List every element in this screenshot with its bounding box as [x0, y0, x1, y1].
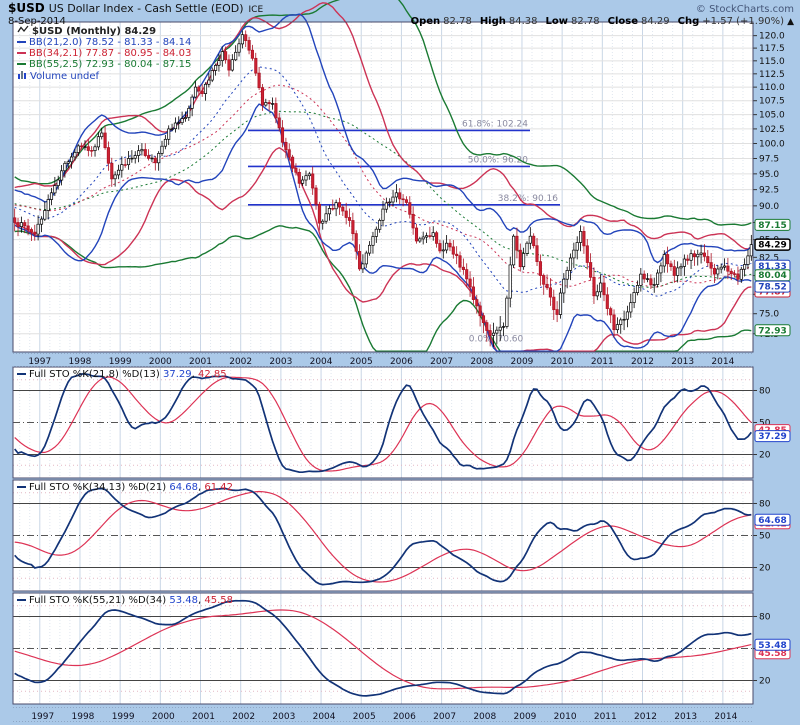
svg-text:2014: 2014	[711, 357, 734, 367]
svg-text:2000: 2000	[149, 357, 172, 367]
svg-text:2004: 2004	[310, 357, 333, 367]
svg-text:80: 80	[759, 612, 771, 622]
svg-text:84.29: 84.29	[758, 241, 786, 251]
svg-text:2008: 2008	[470, 357, 493, 367]
svg-text:1997: 1997	[31, 712, 54, 722]
svg-text:53.48: 53.48	[758, 641, 786, 651]
svg-text:20: 20	[759, 564, 771, 574]
svg-text:64.68: 64.68	[758, 516, 786, 526]
chart-canvas: 72.575.077.580.082.585.087.590.092.595.0…	[0, 0, 800, 725]
svg-text:2009: 2009	[511, 357, 534, 367]
svg-text:2004: 2004	[313, 712, 336, 722]
svg-text:2001: 2001	[192, 712, 215, 722]
header-quote-row: 8-Sep-2014 Open82.78High84.38Low82.78Clo…	[8, 16, 794, 28]
svg-text:2012: 2012	[631, 357, 654, 367]
svg-text:2002: 2002	[229, 357, 252, 367]
title-group: $USD US Dollar Index - Cash Settle (EOD) I…	[8, 1, 263, 16]
svg-text:1997: 1997	[28, 357, 51, 367]
svg-text:2011: 2011	[594, 712, 617, 722]
svg-text:2006: 2006	[393, 712, 416, 722]
svg-text:61.8%: 102.24: 61.8%: 102.24	[462, 119, 528, 129]
exchange-label: ICE	[249, 5, 264, 15]
svg-text:0.0%: 70.60: 0.0%: 70.60	[469, 334, 524, 344]
header-title-row: $USD US Dollar Index - Cash Settle (EOD) I…	[8, 1, 794, 16]
svg-text:2003: 2003	[272, 712, 295, 722]
svg-text:2005: 2005	[350, 357, 373, 367]
svg-text:2009: 2009	[514, 712, 537, 722]
svg-text:50.0%: 96.20: 50.0%: 96.20	[468, 155, 529, 165]
svg-text:2007: 2007	[430, 357, 453, 367]
svg-text:1999: 1999	[112, 712, 135, 722]
svg-text:97.5: 97.5	[759, 154, 779, 164]
svg-text:50: 50	[759, 532, 771, 542]
chart-header: $USD US Dollar Index - Cash Settle (EOD) I…	[8, 1, 794, 28]
svg-text:2010: 2010	[551, 357, 574, 367]
svg-text:87.15: 87.15	[758, 221, 786, 231]
stockcharts-page: 72.575.077.580.082.585.087.590.092.595.0…	[0, 0, 800, 725]
svg-text:107.5: 107.5	[759, 97, 785, 107]
svg-text:2011: 2011	[591, 357, 614, 367]
svg-text:80.04: 80.04	[758, 271, 786, 281]
svg-text:75.0: 75.0	[759, 310, 779, 320]
svg-text:72.93: 72.93	[758, 326, 786, 336]
svg-text:1998: 1998	[72, 712, 95, 722]
svg-text:105.0: 105.0	[759, 111, 785, 121]
svg-text:80: 80	[759, 386, 771, 396]
svg-text:2001: 2001	[189, 357, 212, 367]
svg-text:20: 20	[759, 677, 771, 687]
svg-text:110.0: 110.0	[759, 83, 785, 93]
svg-text:117.5: 117.5	[759, 44, 785, 54]
svg-text:2007: 2007	[433, 712, 456, 722]
stockcharts-credit: © StockCharts.com	[696, 4, 794, 15]
page-title: US Dollar Index - Cash Settle (EOD)	[49, 2, 244, 15]
svg-text:2014: 2014	[714, 712, 737, 722]
svg-text:115.0: 115.0	[759, 57, 785, 67]
up-arrow-icon: ▲	[787, 17, 794, 27]
svg-text:2008: 2008	[473, 712, 496, 722]
svg-text:1998: 1998	[69, 357, 92, 367]
svg-text:80: 80	[759, 499, 771, 509]
svg-text:112.5: 112.5	[759, 70, 785, 80]
svg-text:37.29: 37.29	[758, 432, 786, 442]
svg-text:2006: 2006	[390, 357, 413, 367]
svg-text:2010: 2010	[554, 712, 577, 722]
svg-text:92.5: 92.5	[759, 186, 779, 196]
svg-text:2002: 2002	[232, 712, 255, 722]
svg-text:90.0: 90.0	[759, 202, 779, 212]
svg-text:2012: 2012	[634, 712, 657, 722]
ohlc-values: Open82.78High84.38Low82.78Close84.29Chg+…	[403, 16, 784, 27]
svg-text:2013: 2013	[674, 712, 697, 722]
svg-text:2000: 2000	[152, 712, 175, 722]
svg-text:120.0: 120.0	[759, 32, 785, 42]
svg-text:20: 20	[759, 451, 771, 461]
ohlc-quote: Open82.78High84.38Low82.78Close84.29Chg+…	[403, 16, 794, 28]
symbol-label: $USD	[8, 1, 45, 15]
svg-text:1999: 1999	[109, 357, 132, 367]
svg-text:38.2%: 90.16: 38.2%: 90.16	[498, 194, 559, 204]
svg-text:2005: 2005	[353, 712, 376, 722]
svg-text:78.52: 78.52	[758, 283, 786, 293]
svg-text:100.0: 100.0	[759, 140, 785, 150]
svg-text:2013: 2013	[671, 357, 694, 367]
chart-date: 8-Sep-2014	[8, 16, 66, 27]
svg-text:95.0: 95.0	[759, 170, 779, 180]
svg-text:102.5: 102.5	[759, 125, 785, 135]
svg-text:2003: 2003	[269, 357, 292, 367]
